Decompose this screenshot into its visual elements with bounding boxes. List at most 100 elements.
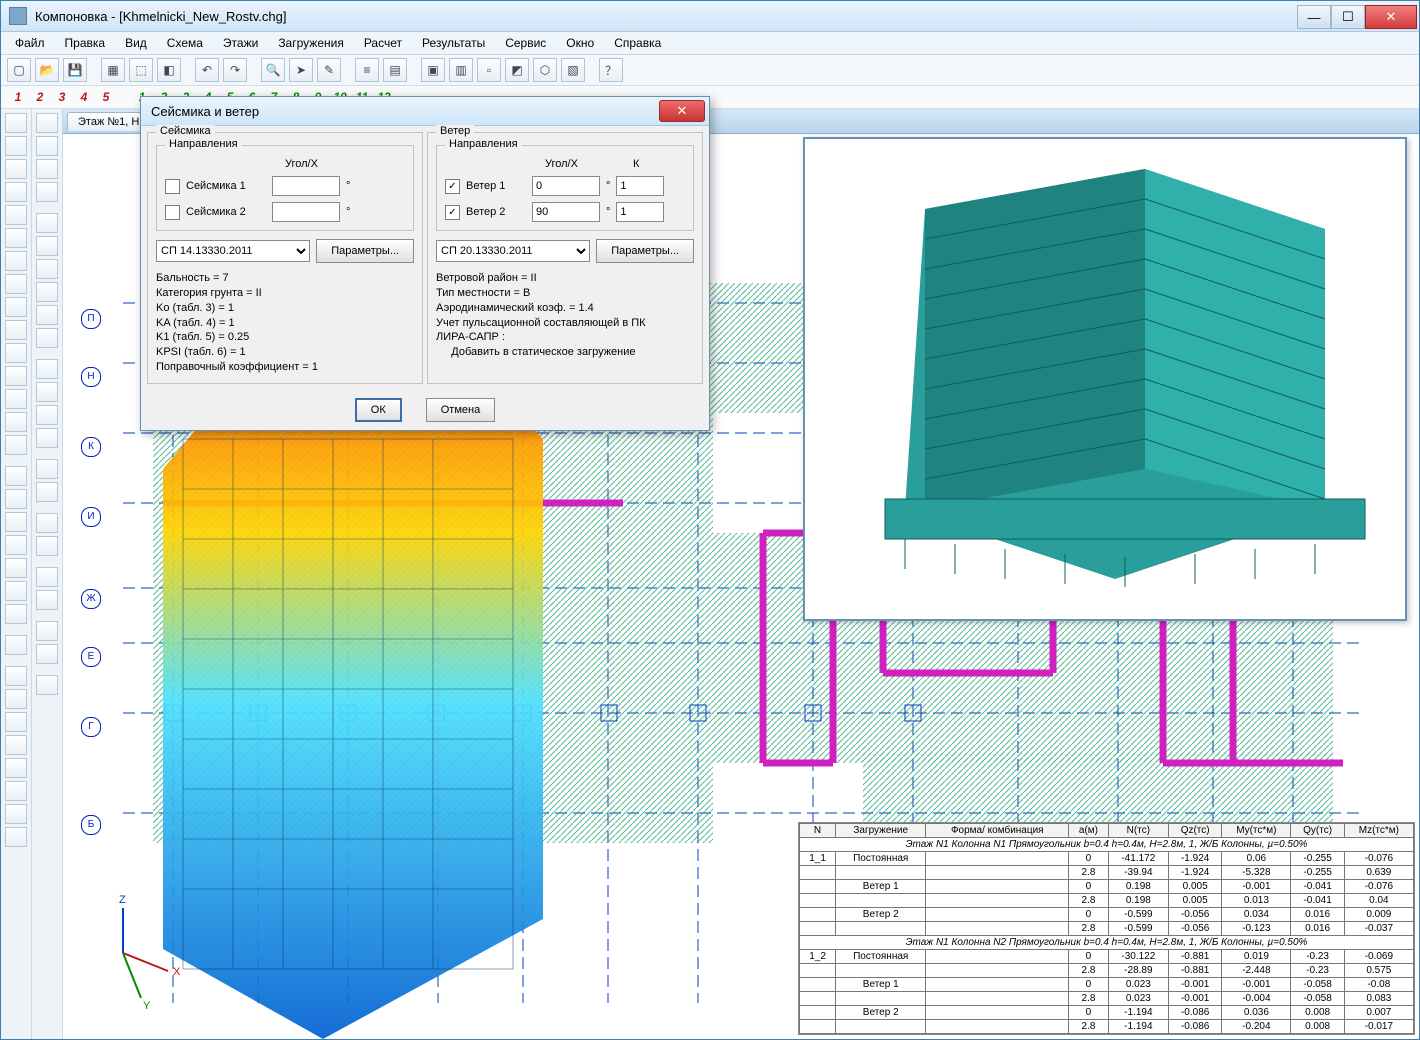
tool-icon[interactable]: [5, 435, 27, 455]
menu-loads[interactable]: Загружения: [270, 34, 352, 52]
tool-icon[interactable]: [5, 113, 27, 133]
ruler-red-5[interactable]: 5: [95, 90, 117, 104]
3d-view-panel[interactable]: [803, 137, 1407, 621]
toolbar-edit-icon[interactable]: ✎: [317, 58, 341, 82]
tool-icon[interactable]: [5, 758, 27, 778]
tool-icon[interactable]: [5, 827, 27, 847]
tool-icon[interactable]: [5, 182, 27, 202]
tool-label-aa-icon[interactable]: [36, 644, 58, 664]
toolbar-zoomsel-icon[interactable]: ⬚: [129, 58, 153, 82]
menu-window[interactable]: Окно: [558, 34, 602, 52]
seismic1-checkbox[interactable]: [165, 179, 180, 194]
tool-icon[interactable]: [5, 320, 27, 340]
tool-icon[interactable]: [5, 558, 27, 578]
tool-arrow-icon[interactable]: [36, 382, 58, 402]
tool-icon[interactable]: [5, 366, 27, 386]
toolbar-layer-icon[interactable]: ◧: [157, 58, 181, 82]
tool-rect2-icon[interactable]: [36, 259, 58, 279]
tool-icon[interactable]: [5, 159, 27, 179]
tool-rect-icon[interactable]: [36, 236, 58, 256]
ruler-red-4[interactable]: 4: [73, 90, 95, 104]
toolbar-save-icon[interactable]: 💾: [63, 58, 87, 82]
seismic2-checkbox[interactable]: [165, 205, 180, 220]
toolbar-lira-icon[interactable]: ⬡: [533, 58, 557, 82]
menu-help[interactable]: Справка: [606, 34, 669, 52]
toolbar-grid2-icon[interactable]: ▤: [383, 58, 407, 82]
menu-results[interactable]: Результаты: [414, 34, 493, 52]
tool-icon[interactable]: [5, 581, 27, 601]
toolbar-box-icon[interactable]: ▥: [449, 58, 473, 82]
dialog-close-button[interactable]: ✕: [659, 100, 705, 122]
toolbar-undo-icon[interactable]: ↶: [195, 58, 219, 82]
wind2-angle-input[interactable]: [532, 202, 600, 222]
tool-copy-icon[interactable]: [36, 482, 58, 502]
toolbar-result-icon[interactable]: ▧: [561, 58, 585, 82]
tool-cursor2-icon[interactable]: [36, 513, 58, 533]
toolbar-help-icon[interactable]: ？: [599, 58, 623, 82]
tool-box-icon[interactable]: [36, 536, 58, 556]
menu-file[interactable]: Файл: [7, 34, 53, 52]
tool-cursor-icon[interactable]: [36, 113, 58, 133]
tool-load-icon[interactable]: [36, 405, 58, 425]
toolbar-selectall-icon[interactable]: ▣: [421, 58, 445, 82]
tool-icon[interactable]: [5, 535, 27, 555]
tool-move-icon[interactable]: [36, 182, 58, 202]
tool-icon[interactable]: [5, 297, 27, 317]
toolbar-new-icon[interactable]: ▢: [7, 58, 31, 82]
wind1-angle-input[interactable]: [532, 176, 600, 196]
tool-snap2-icon[interactable]: [36, 590, 58, 610]
menu-calc[interactable]: Расчет: [356, 34, 410, 52]
tool-marker-icon[interactable]: [36, 359, 58, 379]
window-minimize-button[interactable]: —: [1297, 5, 1331, 29]
ruler-red-2[interactable]: 2: [29, 90, 51, 104]
tool-conc-icon[interactable]: [36, 428, 58, 448]
menu-service[interactable]: Сервис: [497, 34, 554, 52]
tool-icon[interactable]: [5, 512, 27, 532]
tool-icon[interactable]: [5, 689, 27, 709]
toolbar-zoomin-icon[interactable]: 🔍: [261, 58, 285, 82]
tool-cut-icon[interactable]: [36, 459, 58, 479]
menu-edit[interactable]: Правка: [57, 34, 114, 52]
seismic1-angle-input[interactable]: [272, 176, 340, 196]
tool-icon[interactable]: [5, 635, 27, 655]
tool-icon[interactable]: [5, 604, 27, 624]
menu-scheme[interactable]: Схема: [159, 34, 211, 52]
tool-line-icon[interactable]: [36, 213, 58, 233]
tool-icon[interactable]: [5, 781, 27, 801]
tool-label-u-icon[interactable]: [36, 675, 58, 695]
window-maximize-button[interactable]: ☐: [1331, 5, 1365, 29]
toolbar-redo-icon[interactable]: ↷: [223, 58, 247, 82]
wind1-checkbox[interactable]: ✓: [445, 179, 460, 194]
tool-icon[interactable]: [5, 274, 27, 294]
tool-hatch2-icon[interactable]: [36, 328, 58, 348]
tool-filter-icon[interactable]: [36, 136, 58, 156]
tool-icon[interactable]: [5, 136, 27, 156]
tool-label-a-icon[interactable]: [36, 621, 58, 641]
tool-icon[interactable]: [5, 712, 27, 732]
tool-icon[interactable]: [5, 489, 27, 509]
menu-floors[interactable]: Этажи: [215, 34, 266, 52]
tool-icon[interactable]: [5, 343, 27, 363]
toolbar-clear-icon[interactable]: ▫: [477, 58, 501, 82]
wind-code-select[interactable]: СП 20.13330.2011: [436, 240, 590, 262]
wind2-checkbox[interactable]: ✓: [445, 205, 460, 220]
tool-icon[interactable]: [5, 228, 27, 248]
tool-icon[interactable]: [5, 804, 27, 824]
tool-hatch-icon[interactable]: [36, 305, 58, 325]
menu-view[interactable]: Вид: [117, 34, 155, 52]
wind-params-button[interactable]: Параметры...: [596, 239, 694, 263]
ruler-red-3[interactable]: 3: [51, 90, 73, 104]
wind2-k-input[interactable]: [616, 202, 664, 222]
toolbar-pointer-icon[interactable]: ➤: [289, 58, 313, 82]
tool-icon[interactable]: [5, 205, 27, 225]
tool-icon[interactable]: [5, 412, 27, 432]
window-close-button[interactable]: ✕: [1365, 5, 1417, 29]
seismic-code-select[interactable]: СП 14.13330.2011: [156, 240, 310, 262]
dialog-ok-button[interactable]: ОК: [355, 398, 402, 422]
tool-icon[interactable]: [5, 251, 27, 271]
tool-icon[interactable]: [5, 666, 27, 686]
ruler-red-1[interactable]: 1: [7, 90, 29, 104]
seismic2-angle-input[interactable]: [272, 202, 340, 222]
tool-icon[interactable]: [5, 735, 27, 755]
tool-icon[interactable]: [5, 466, 27, 486]
